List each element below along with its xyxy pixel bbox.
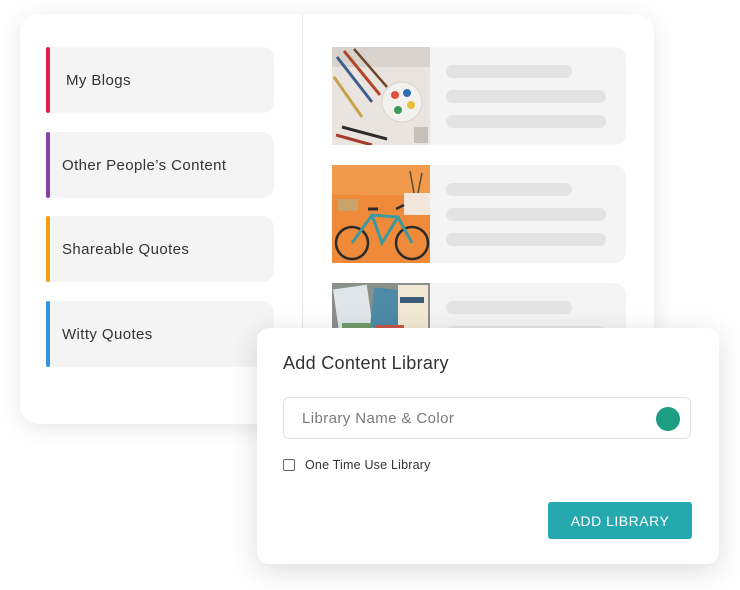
- library-color-bar: [46, 301, 50, 367]
- library-name-input[interactable]: Library Name & Color: [283, 397, 691, 439]
- placeholder-line: [446, 183, 572, 196]
- dialog-title: Add Content Library: [283, 353, 449, 373]
- library-color-bar: [46, 216, 50, 282]
- library-name-placeholder: Library Name & Color: [302, 409, 455, 427]
- content-item[interactable]: [332, 47, 626, 145]
- library-item-label: Other People’s Content: [62, 156, 227, 174]
- add-library-button[interactable]: ADD LIBRARY: [548, 502, 692, 539]
- placeholder-line: [446, 90, 606, 103]
- one-time-use-option[interactable]: One Time Use Library: [283, 458, 431, 472]
- library-item-my-blogs[interactable]: My Blogs: [46, 47, 274, 113]
- color-picker-swatch[interactable]: [656, 407, 680, 431]
- placeholder-line: [446, 208, 606, 221]
- library-color-bar: [46, 47, 50, 113]
- one-time-use-checkbox[interactable]: [283, 459, 295, 471]
- art-supplies-photo: [332, 47, 430, 145]
- library-item-other-peoples-content[interactable]: Other People’s Content: [46, 132, 274, 198]
- placeholder-line: [446, 301, 572, 314]
- library-item-label: Witty Quotes: [62, 325, 153, 343]
- library-item-witty-quotes[interactable]: Witty Quotes: [46, 301, 274, 367]
- placeholder-line: [446, 233, 606, 246]
- placeholder-line: [446, 115, 606, 128]
- library-item-label: Shareable Quotes: [62, 240, 190, 258]
- content-item[interactable]: [332, 165, 626, 263]
- one-time-use-label: One Time Use Library: [305, 458, 431, 472]
- placeholder-line: [446, 65, 572, 78]
- add-content-library-dialog: Add Content Library Library Name & Color…: [257, 328, 719, 564]
- library-item-label: My Blogs: [66, 71, 131, 89]
- library-item-shareable-quotes[interactable]: Shareable Quotes: [46, 216, 274, 282]
- bicycle-photo: [332, 165, 430, 263]
- library-color-bar: [46, 132, 50, 198]
